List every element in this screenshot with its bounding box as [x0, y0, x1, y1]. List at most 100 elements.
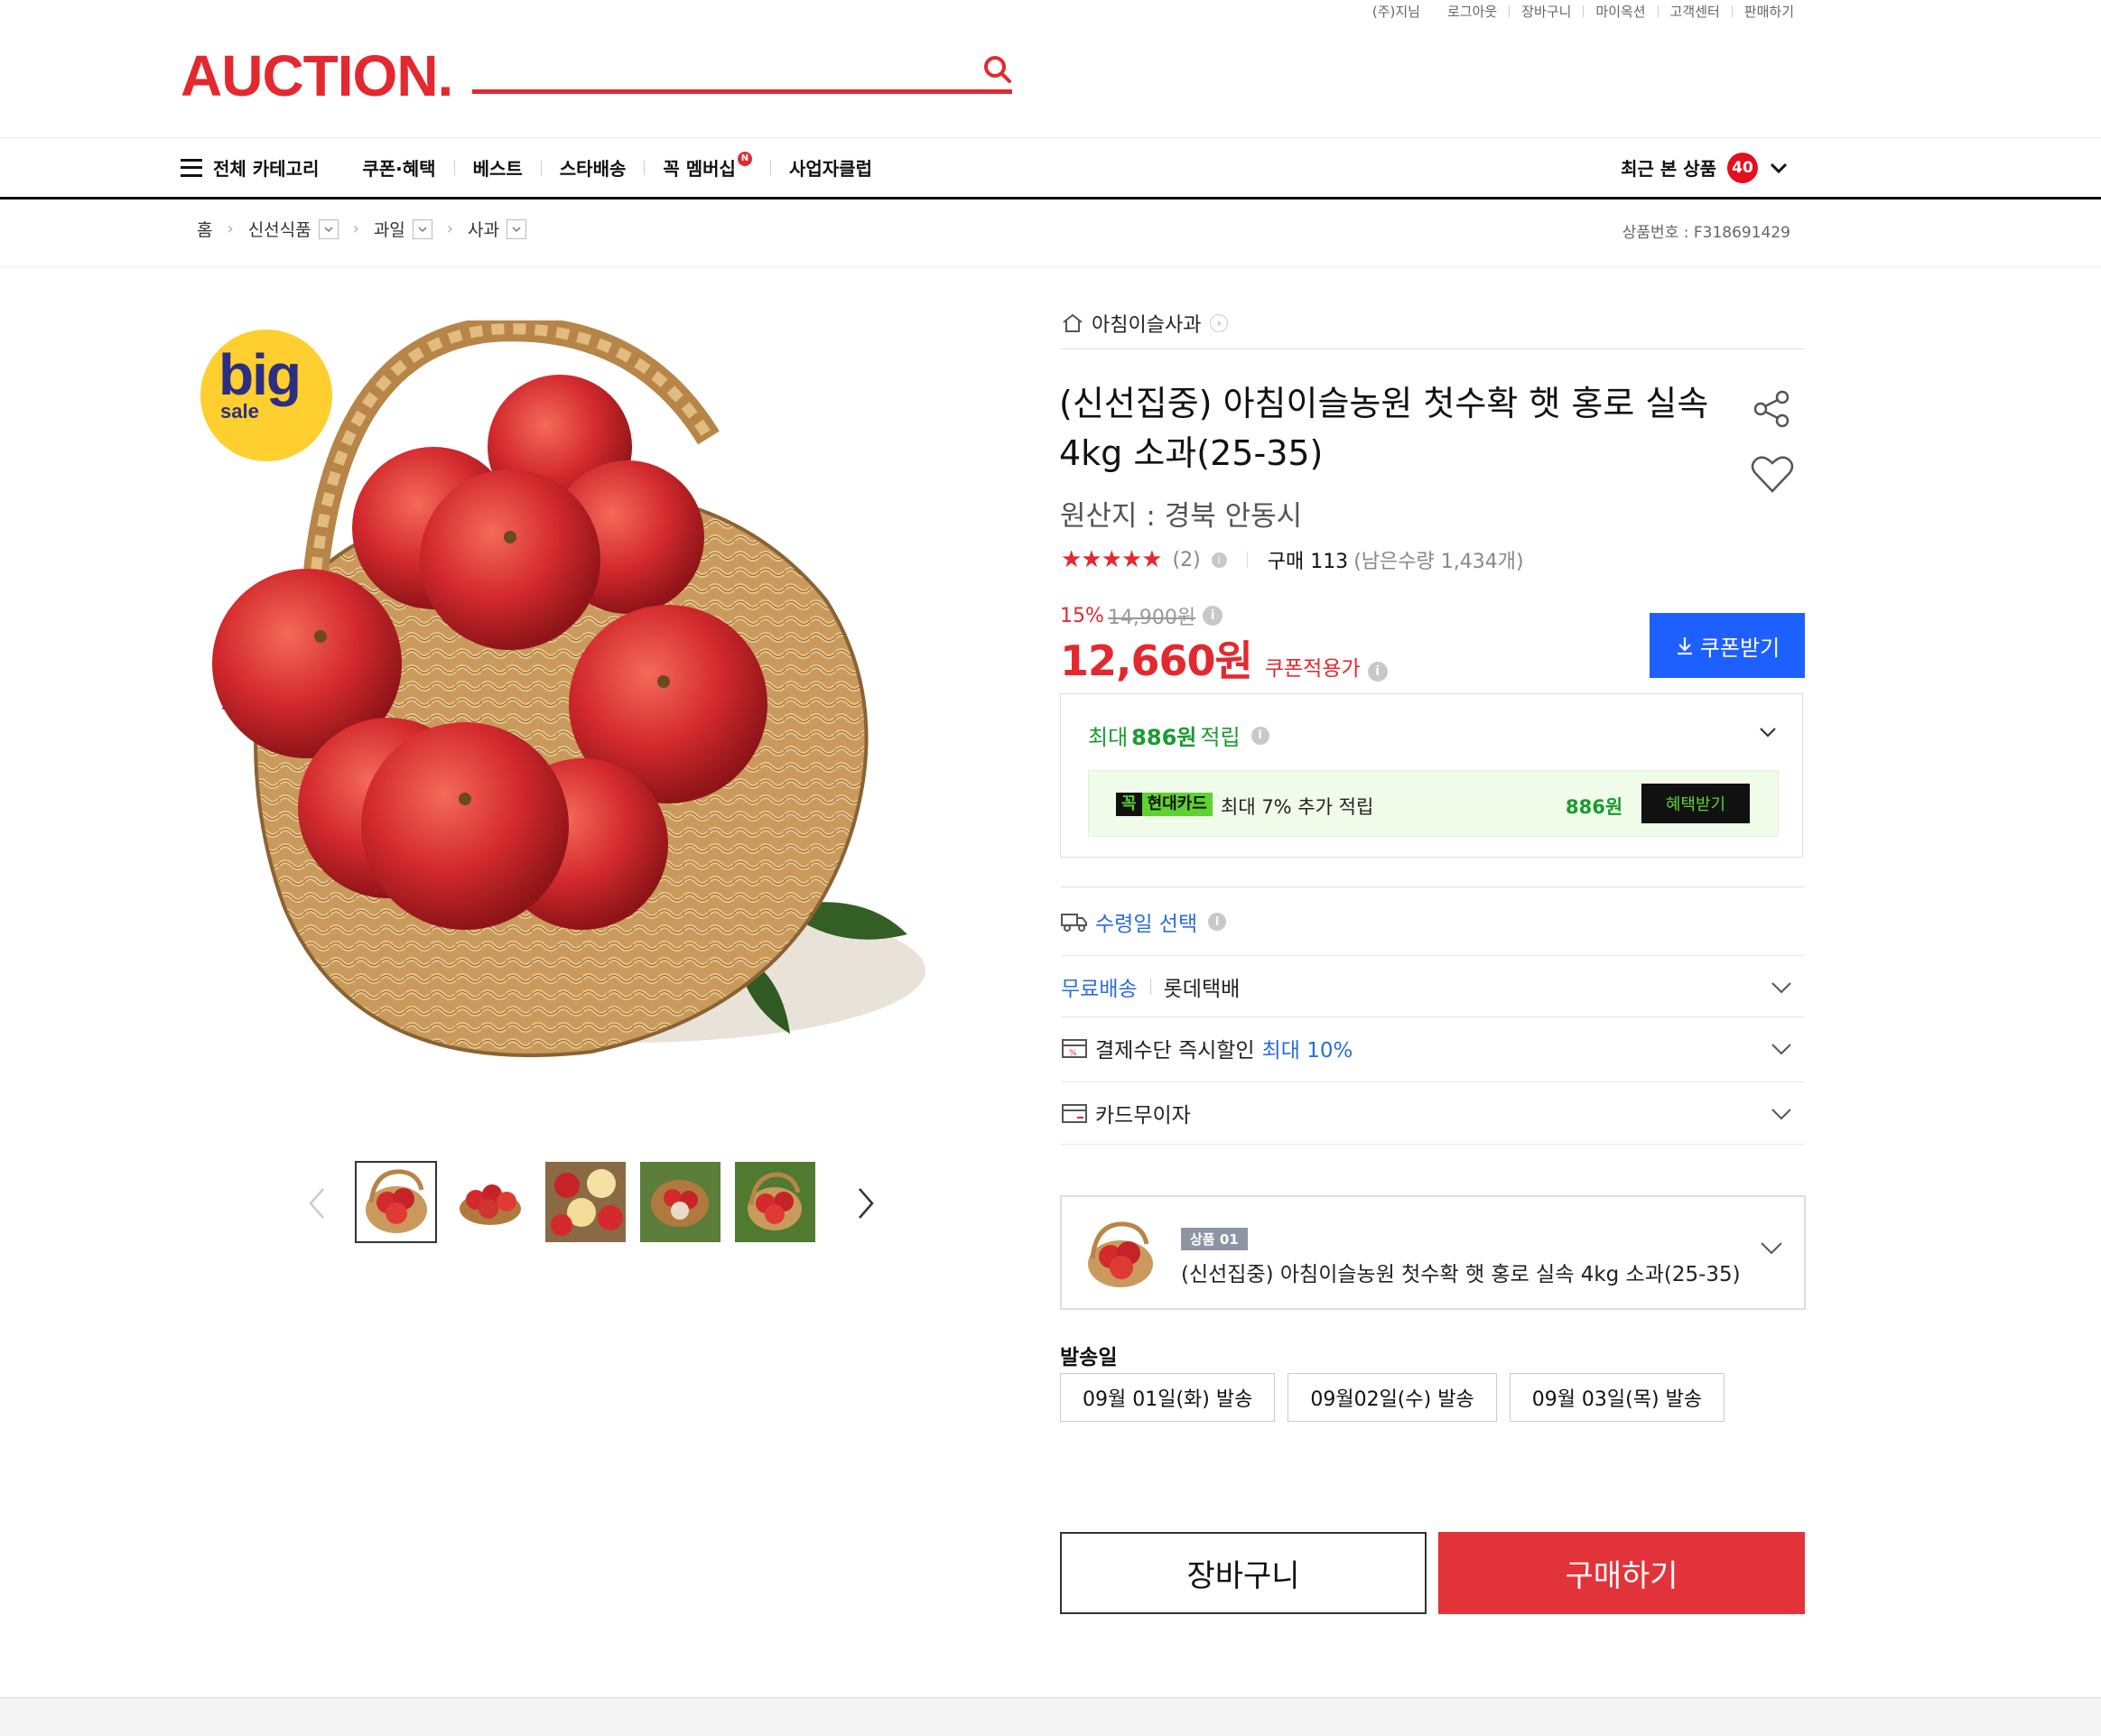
divider — [1061, 348, 1804, 349]
auction-logo[interactable]: AUCTION. — [181, 47, 453, 105]
thumbnail[interactable] — [544, 1161, 627, 1243]
bottom-scroll-bar — [0, 1697, 2101, 1736]
add-to-cart-button[interactable]: 장바구니 — [1060, 1532, 1427, 1614]
share-icon[interactable] — [1752, 388, 1793, 430]
thumbnail[interactable] — [355, 1161, 437, 1243]
benefit-suffix: 적립 — [1200, 725, 1241, 750]
heart-icon[interactable] — [1750, 453, 1795, 495]
divider — [1149, 978, 1151, 995]
big-sale-badge: big sale — [200, 330, 332, 461]
seller-name: 아침이슬사과 — [1092, 314, 1202, 337]
main-nav: 전체 카테고리 쿠폰·혜택 베스트 스타배송 꼭 멤버십 N 사업자클럽 — [181, 138, 872, 197]
thumbnail[interactable] — [639, 1161, 721, 1243]
benefit-prefix: 최대 — [1088, 725, 1129, 750]
thumbnail[interactable] — [734, 1161, 816, 1243]
buy-now-button[interactable]: 구매하기 — [1438, 1532, 1805, 1614]
benefit-amount: 886원 — [1131, 725, 1197, 750]
breadcrumb-level-2[interactable]: 과일 — [374, 217, 405, 241]
divider — [540, 160, 542, 175]
info-icon[interactable]: i — [1211, 552, 1227, 568]
nav-item-coupon[interactable]: 쿠폰·혜택 — [362, 154, 435, 181]
nav-item-star-delivery[interactable]: 스타배송 — [560, 154, 627, 181]
divider — [1509, 5, 1511, 17]
menu-icon — [181, 158, 202, 177]
divider — [1583, 5, 1585, 17]
info-icon[interactable]: i — [1208, 913, 1227, 931]
shipping-type: 무료배송 — [1061, 977, 1138, 1001]
ship-date-option[interactable]: 09월 03일(목) 발송 — [1509, 1373, 1725, 1422]
nav-item-membership-label: 꼭 멤버십 — [663, 158, 736, 180]
breadcrumb-dropdown[interactable] — [412, 218, 432, 239]
ship-date-option[interactable]: 09월 01일(화) 발송 — [1060, 1373, 1276, 1422]
home-icon — [1063, 313, 1083, 332]
benefit-box: 최대 886원 적립 i 꼭 현대카드 최대 7% 추가 적립 886원 혜택받기 — [1060, 693, 1803, 858]
breadcrumb-home[interactable]: 홈 — [197, 217, 212, 241]
breadcrumb-dropdown[interactable] — [318, 218, 339, 239]
chevron-down-icon — [1771, 982, 1791, 994]
search-input[interactable] — [472, 89, 1012, 94]
new-badge: N — [737, 151, 752, 166]
breadcrumb-level-1[interactable]: 신선식품 — [248, 217, 311, 241]
recent-products-button[interactable]: 최근 본 상품 40 — [1621, 138, 1789, 197]
rating-row: ★★★★★ (2) i 구매 113 (남은수량 1,434개) — [1061, 545, 1524, 574]
divider — [1657, 5, 1659, 17]
nav-item-best[interactable]: 베스트 — [473, 154, 523, 181]
benefit-summary[interactable]: 최대 886원 적립 i — [1088, 719, 1269, 751]
thumbnail-next-button[interactable] — [856, 1185, 876, 1221]
option-select-box[interactable]: 상품 01 (신선집중) 아침이슬농원 첫수확 햇 홍로 실속 4kg 소과(2… — [1060, 1195, 1806, 1310]
product-main-image — [212, 320, 925, 1058]
info-icon[interactable]: i — [1367, 662, 1388, 682]
divider — [1246, 552, 1248, 568]
card-benefit-desc: 최대 7% 추가 적립 — [1221, 796, 1374, 818]
divider — [453, 160, 455, 175]
big-sale-badge-title: big — [218, 342, 302, 407]
chevron-down-icon — [1771, 1109, 1791, 1120]
chevron-down-icon — [1761, 1242, 1782, 1255]
truck-icon — [1061, 914, 1087, 932]
breadcrumb-dropdown[interactable] — [506, 218, 526, 239]
chevron-down-icon[interactable] — [1757, 721, 1779, 743]
thumbnail-prev-button[interactable] — [307, 1185, 327, 1221]
sell-link[interactable]: 판매하기 — [1744, 2, 1794, 21]
payment-discount-max: 최대 10% — [1261, 1038, 1353, 1063]
thumbnail-list — [355, 1161, 829, 1243]
card-tag-k: 꼭 — [1116, 793, 1142, 816]
payment-discount-label: 결제수단 즉시할인 — [1095, 1038, 1255, 1063]
price-row: 12,660원 쿠폰적용가 i — [1060, 628, 1388, 688]
divider — [1061, 1144, 1804, 1145]
receive-date-select[interactable]: 수령일 선택 i — [1061, 906, 1227, 937]
chevron-right-icon: › — [227, 219, 234, 238]
ship-date-option[interactable]: 09월02일(수) 발송 — [1288, 1373, 1497, 1422]
big-sale-badge-subtitle: sale — [220, 400, 259, 422]
discount-row: 15% 14,900원 i — [1060, 601, 1223, 630]
nav-item-membership[interactable]: 꼭 멤버십 N — [663, 151, 752, 181]
thumbnail[interactable] — [450, 1161, 532, 1243]
search-icon[interactable] — [982, 54, 1013, 85]
payment-discount-row[interactable]: % 결제수단 즉시할인 최대 10% — [1061, 1017, 1804, 1078]
courier-name: 롯데택배 — [1163, 977, 1241, 1001]
rating-stars: ★★★★★ — [1061, 546, 1163, 573]
divider — [0, 266, 2101, 267]
coupon-price-label: 쿠폰적용가 — [1264, 657, 1361, 681]
nav-item-business-club[interactable]: 사업자클럽 — [789, 154, 872, 181]
discount-rate: 15% — [1060, 604, 1104, 627]
coupon-download-button[interactable]: 쿠폰받기 — [1650, 613, 1805, 678]
customer-center-link[interactable]: 고객센터 — [1670, 2, 1720, 21]
info-icon[interactable]: i — [1203, 606, 1223, 626]
my-auction-link[interactable]: 마이옥션 — [1595, 2, 1645, 21]
get-benefit-button[interactable]: 혜택받기 — [1641, 784, 1750, 823]
shipping-row[interactable]: 무료배송 롯데택배 — [1061, 955, 1804, 1017]
seller-shop-link[interactable]: 아침이슬사과 › — [1061, 309, 1229, 338]
installment-row[interactable]: 카드무이자 — [1061, 1082, 1804, 1143]
info-icon[interactable]: i — [1250, 726, 1269, 745]
sale-price: 12,660원 — [1060, 636, 1253, 685]
review-count-link[interactable]: (2) — [1173, 549, 1201, 571]
logout-link[interactable]: 로그아웃 — [1447, 2, 1497, 21]
chevron-right-icon: › — [1210, 314, 1229, 332]
all-categories-button[interactable]: 전체 카테고리 — [181, 154, 319, 181]
utility-links: (주)지님 로그아웃 장바구니 마이옥션 고객센터 판매하기 — [1372, 2, 1794, 21]
chevron-right-icon: › — [352, 219, 359, 238]
calendar-icon: % — [1062, 1038, 1087, 1058]
breadcrumb-level-3[interactable]: 사과 — [468, 217, 499, 241]
cart-link[interactable]: 장바구니 — [1521, 2, 1571, 21]
